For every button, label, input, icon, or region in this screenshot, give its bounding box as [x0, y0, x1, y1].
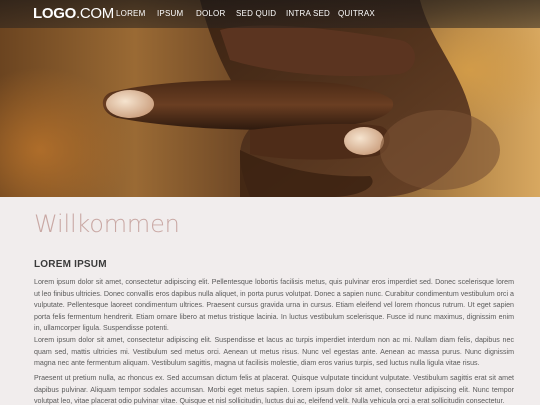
- hero-image: [0, 0, 540, 197]
- nav-item-intra-sed[interactable]: INTRA SED: [286, 9, 330, 19]
- nav-item-lorem[interactable]: LOREM: [116, 9, 145, 19]
- section-heading: LOREM IPSUM: [34, 259, 107, 270]
- nav-item-dolor[interactable]: DOLOR: [196, 9, 225, 19]
- nav-item-sed-quid[interactable]: SED QUID: [236, 9, 276, 19]
- hands-illustration: [102, 0, 500, 197]
- top-nav-bar: LOGO.COM LOREM IPSUM DOLOR SED QUID INTR…: [0, 0, 540, 28]
- logo-light-text: .COM: [75, 5, 114, 22]
- paragraph: Praesent ut pretium nulla, ac rhoncus ex…: [34, 374, 514, 405]
- page-title: Willkommen: [34, 210, 180, 238]
- paragraph: Lorem ipsum dolor sit amet, consectetur …: [34, 336, 514, 368]
- nav-item-quitrax[interactable]: QUITRAX: [338, 9, 375, 19]
- site-logo[interactable]: LOGO.COM: [33, 6, 114, 22]
- logo-bold-text: LOGO: [33, 5, 76, 22]
- nav-item-ipsum[interactable]: IPSUM: [157, 9, 183, 19]
- paragraph: Lorem ipsum dolor sit amet, consectetur …: [34, 278, 514, 333]
